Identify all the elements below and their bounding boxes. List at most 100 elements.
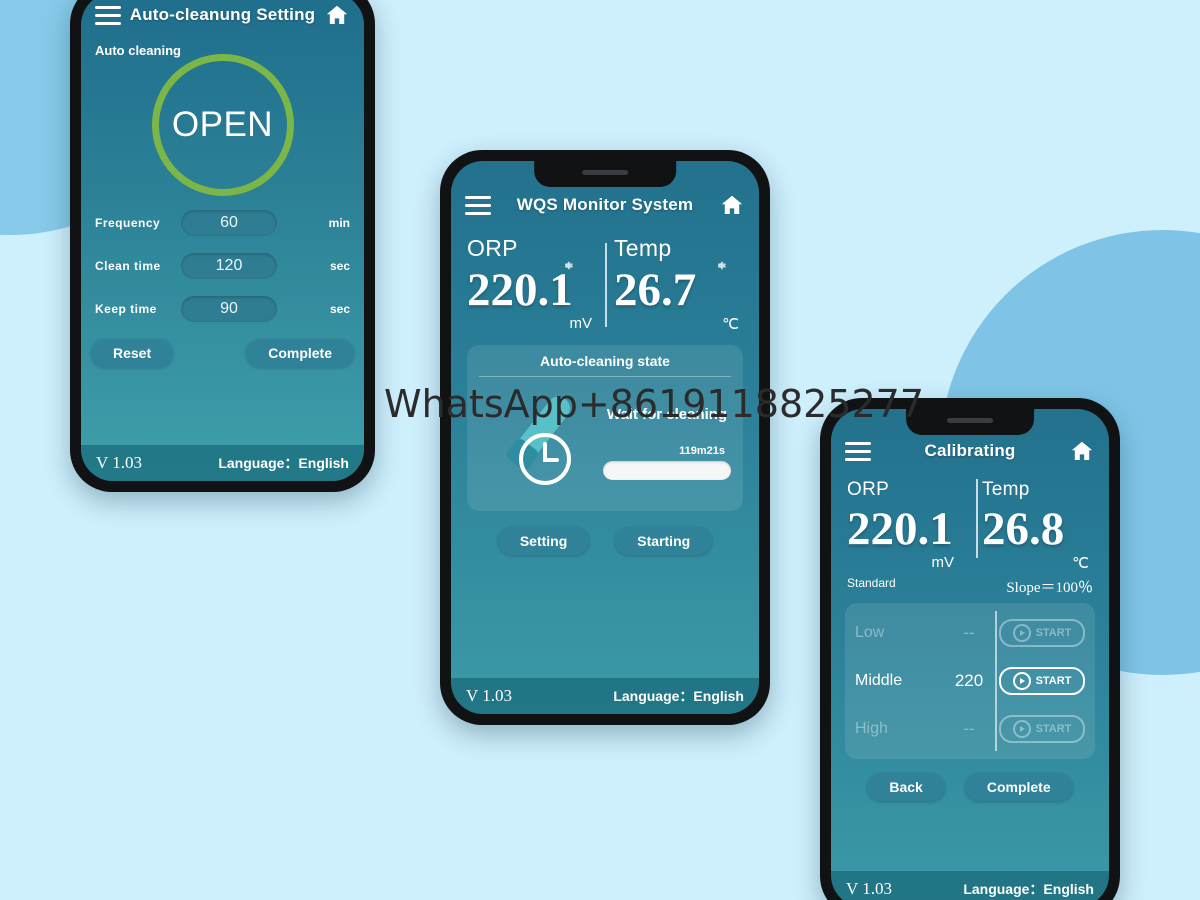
cleaning-illustration (479, 387, 599, 495)
row-unit: min (328, 216, 350, 230)
start-button-high[interactable]: START (999, 715, 1085, 744)
calibration-row-low: Low -- START (855, 609, 1085, 657)
setting-row-frequency: Frequency 60 min (95, 210, 350, 236)
reading-label: ORP (467, 235, 518, 261)
reading-unit: ℃ (722, 316, 739, 334)
speaker-grille (581, 170, 628, 175)
reading-unit: ℃ (1072, 555, 1089, 573)
screen-calibrating: Calibrating ORP 220.1 mV Temp 26.8 ℃ Sta… (831, 409, 1109, 900)
home-icon[interactable] (719, 193, 745, 217)
button-label: START (1035, 627, 1072, 640)
row-unit: sec (329, 259, 350, 273)
reading-orp: ORP 220.1 mV (847, 479, 958, 572)
reading-label: ORP (847, 479, 890, 500)
gear-icon[interactable] (714, 259, 727, 272)
card-divider (479, 376, 731, 378)
readings-phone2: ORP 220.1 mV Temp 26.7 ℃ (451, 227, 759, 333)
cleaning-timer: 119m21s (679, 445, 725, 458)
calibration-row-high: High -- START (855, 705, 1085, 753)
card-title: Auto-cleaning state (540, 353, 670, 370)
version-label: V 1.03 (466, 686, 512, 705)
language-label[interactable]: Language：English (613, 686, 744, 706)
appbar-phone1: Auto-cleanung Setting (81, 0, 364, 37)
row-value: 220 (954, 671, 984, 691)
play-icon (1012, 672, 1031, 691)
footer-phone2: V 1.03 Language：English (451, 678, 759, 714)
complete-button[interactable]: Complete (964, 773, 1073, 802)
gear-icon[interactable] (561, 259, 574, 272)
reading-value: 220.1 (847, 503, 953, 555)
phone-calibrating: Calibrating ORP 220.1 mV Temp 26.8 ℃ Sta… (820, 398, 1120, 900)
calibration-table: Low -- START Middle 220 START High -- ST… (845, 603, 1095, 760)
row-name: Low (855, 624, 885, 642)
language-label[interactable]: Language：English (963, 879, 1094, 899)
reading-value: 26.8 (982, 503, 1065, 555)
clean-time-input[interactable]: 120 (181, 253, 277, 279)
reading-orp: ORP 220.1 mV (467, 235, 596, 333)
page-title: Auto-cleanung Setting (129, 5, 316, 24)
screen-wqs-monitor: WQS Monitor System ORP 220.1 mV Temp 26.… (451, 161, 759, 714)
reading-unit: mV (569, 315, 593, 333)
start-button-low[interactable]: START (999, 619, 1085, 648)
reading-label: Temp (614, 235, 672, 261)
start-button-middle[interactable]: START (999, 667, 1085, 696)
menu-icon[interactable] (465, 195, 491, 215)
standard-label: Standard (847, 576, 896, 591)
notch (534, 161, 676, 187)
reading-value: 26.7 (614, 264, 697, 316)
keep-time-input[interactable]: 90 (181, 296, 277, 322)
phone-auto-cleaning-setting: Auto-cleanung Setting Auto cleaning OPEN… (70, 0, 375, 492)
appbar-phone2: WQS Monitor System (451, 183, 759, 227)
page-title: Calibrating (924, 441, 1016, 460)
setting-button[interactable]: Setting (497, 527, 590, 556)
footer-phone1: V 1.03 Language：English (81, 445, 364, 481)
language-label[interactable]: Language：English (218, 453, 349, 473)
play-icon (1012, 720, 1031, 739)
phone3-actions: Back Complete (831, 773, 1109, 802)
menu-icon[interactable] (845, 441, 871, 461)
row-label: Frequency (95, 216, 161, 230)
footer-phone3: V 1.03 Language：English (831, 871, 1109, 900)
button-label: START (1035, 723, 1072, 736)
row-value: -- (963, 719, 975, 739)
readings-phone3: ORP 220.1 mV Temp 26.8 ℃ (831, 473, 1109, 572)
row-value: -- (963, 623, 975, 643)
home-icon[interactable] (324, 3, 350, 27)
cleaning-progress-bar (603, 461, 731, 481)
auto-cleaning-toggle-wrap: OPEN (81, 54, 364, 196)
reading-label: Temp (982, 479, 1030, 500)
frequency-input[interactable]: 60 (181, 210, 277, 236)
page-title: WQS Monitor System (516, 195, 694, 214)
auto-cleaning-state-card: Auto-cleaning state Wait for cleaning 11… (467, 345, 743, 512)
toggle-state-label: OPEN (171, 105, 274, 144)
speaker-grille (947, 418, 993, 423)
brush-clock-icon (506, 396, 571, 486)
starting-button[interactable]: Starting (615, 527, 713, 556)
row-label: Clean time (95, 259, 161, 273)
play-icon (1012, 624, 1031, 643)
back-button[interactable]: Back (867, 773, 945, 802)
row-unit: sec (329, 302, 350, 316)
phone1-actions: Reset Complete (81, 339, 364, 367)
cleaning-status-body: Wait for cleaning 119m21s (479, 385, 731, 497)
calibration-header: Standard Slope＝100％ (831, 572, 1109, 597)
notch (906, 409, 1034, 435)
button-label: START (1035, 675, 1072, 688)
auto-cleaning-toggle[interactable]: OPEN (151, 54, 294, 196)
complete-button[interactable]: Complete (246, 339, 354, 367)
reading-unit: mV (931, 554, 955, 572)
app-showcase-stage: Auto-cleanung Setting Auto cleaning OPEN… (0, 0, 1200, 900)
calibration-row-middle: Middle 220 START (855, 657, 1085, 705)
version-label: V 1.03 (96, 453, 142, 472)
row-label: Keep time (95, 302, 157, 316)
home-icon[interactable] (1069, 439, 1095, 463)
reading-temp: Temp 26.8 ℃ (958, 479, 1093, 572)
appbar-phone3: Calibrating (831, 429, 1109, 473)
row-name: Middle (855, 672, 903, 690)
reset-button[interactable]: Reset (91, 339, 174, 367)
phone-wqs-monitor: WQS Monitor System ORP 220.1 mV Temp 26.… (440, 150, 770, 725)
setting-rows: Frequency 60 min Clean time 120 sec Keep… (81, 196, 364, 322)
menu-icon[interactable] (95, 5, 121, 25)
version-label: V 1.03 (846, 879, 892, 898)
setting-row-clean-time: Clean time 120 sec (95, 253, 350, 279)
